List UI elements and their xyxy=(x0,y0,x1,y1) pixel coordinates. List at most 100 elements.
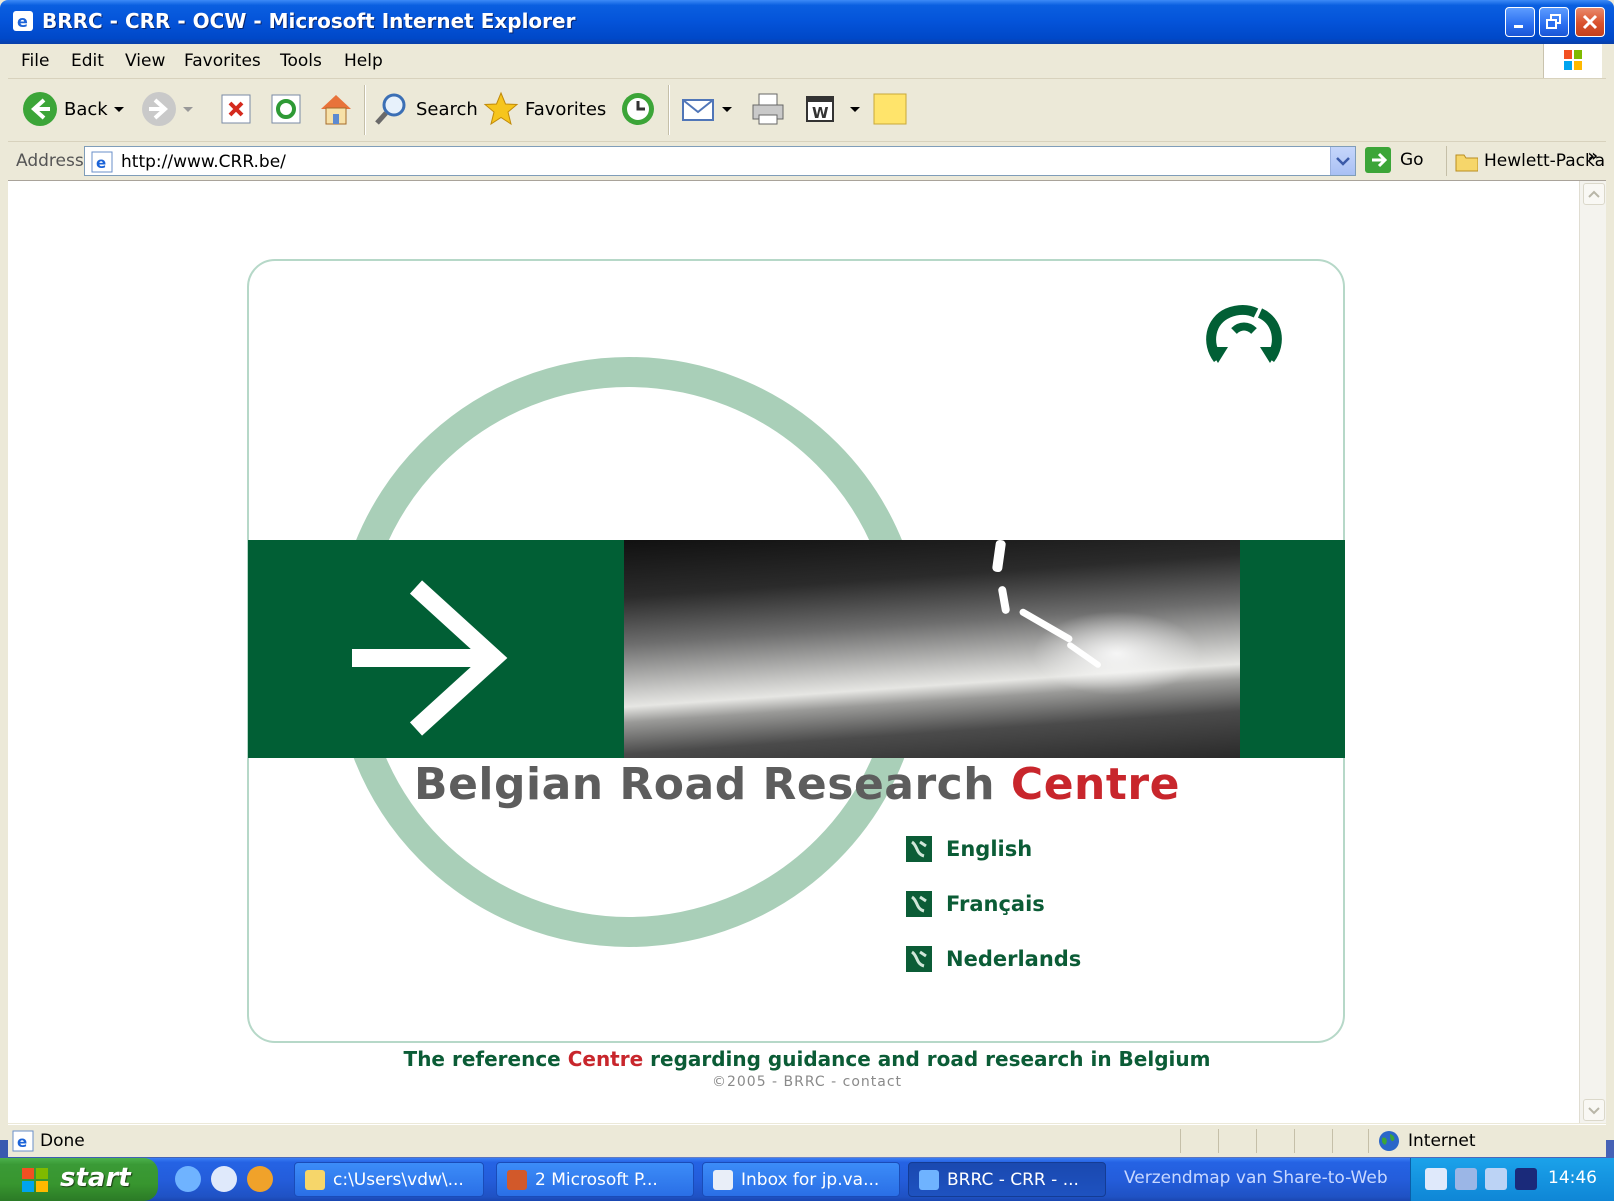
chevron-down-icon xyxy=(850,106,860,112)
language-link-francais[interactable]: Français xyxy=(906,876,1081,931)
status-bar: e Done Internet xyxy=(8,1124,1606,1157)
start-button[interactable]: start xyxy=(0,1158,158,1201)
restore-button[interactable] xyxy=(1539,7,1569,37)
task-label: Inbox for jp.va... xyxy=(741,1169,880,1190)
task-label: c:\Users\vdw\... xyxy=(333,1169,464,1190)
globe-icon xyxy=(1379,1131,1399,1151)
print-button[interactable] xyxy=(750,89,786,129)
home-button[interactable] xyxy=(318,89,354,129)
menu-tools[interactable]: Tools xyxy=(280,51,322,71)
windows-flag-icon xyxy=(1564,50,1582,70)
toolbar-separator xyxy=(668,85,670,135)
minimize-icon xyxy=(1514,25,1523,28)
history-button[interactable] xyxy=(620,89,656,129)
arrow-right-icon xyxy=(352,580,508,736)
chevron-more-icon[interactable]: » xyxy=(1588,146,1598,165)
ie-icon: e xyxy=(13,11,33,31)
scroll-up-button[interactable] xyxy=(1583,183,1605,205)
menu-file[interactable]: File xyxy=(21,51,49,71)
menu-bar: File Edit View Favorites Tools Help xyxy=(8,44,1606,79)
title-bar[interactable]: e BRRC - CRR - OCW - Microsoft Internet … xyxy=(0,0,1614,44)
address-dropdown[interactable] xyxy=(1330,147,1355,175)
task-explorer[interactable]: c:\Users\vdw\... xyxy=(294,1162,484,1197)
scroll-down-button[interactable] xyxy=(1583,1099,1605,1121)
security-zone: Internet xyxy=(1378,1130,1476,1152)
mail-button[interactable] xyxy=(680,89,732,129)
speaker-tray-icon[interactable] xyxy=(1485,1168,1507,1190)
menu-help[interactable]: Help xyxy=(344,51,383,71)
edit-button[interactable]: W xyxy=(804,89,860,129)
favorites-button[interactable]: Favorites xyxy=(483,89,606,129)
task-powerpoint[interactable]: 2 Microsoft P... xyxy=(496,1162,694,1197)
word-edit-icon: W xyxy=(806,96,834,122)
tagline-accent: Centre xyxy=(567,1047,644,1071)
tagline-pre: The reference xyxy=(403,1047,568,1071)
menu-view[interactable]: View xyxy=(125,51,165,71)
stop-button[interactable] xyxy=(220,89,252,129)
history-icon xyxy=(622,93,654,125)
go-button[interactable]: Go xyxy=(1364,146,1424,174)
address-bar: Address e http://www.CRR.be/ Go Hewlett-… xyxy=(8,142,1606,181)
zone-label: Internet xyxy=(1408,1131,1476,1151)
svg-text:W: W xyxy=(812,104,829,122)
browser-window: e BRRC - CRR - OCW - Microsoft Internet … xyxy=(0,0,1614,1157)
brrc-logo-icon xyxy=(1206,305,1282,363)
chevron-down-icon xyxy=(1588,1107,1600,1115)
page-viewport: Belgian Road Research Centre English Fra… xyxy=(8,181,1606,1123)
language-link-nederlands[interactable]: Nederlands xyxy=(906,931,1081,986)
close-button[interactable] xyxy=(1575,7,1605,37)
road-sign-icon xyxy=(906,945,932,972)
ie-page-icon: e xyxy=(12,1130,34,1152)
go-label: Go xyxy=(1400,150,1424,170)
tunnel-photo xyxy=(624,539,1240,758)
back-button[interactable]: Back xyxy=(22,89,124,129)
road-sign-icon xyxy=(906,890,932,917)
forward-arrow-icon xyxy=(142,92,176,126)
forward-button[interactable] xyxy=(141,89,193,129)
menu-favorites[interactable]: Favorites xyxy=(184,51,261,71)
language-link-english[interactable]: English xyxy=(906,821,1081,876)
back-label: Back xyxy=(64,98,108,120)
copyright-line[interactable]: ©2005 - BRRC - contact xyxy=(8,1074,1606,1090)
brand-main: Belgian Road Research xyxy=(414,759,1011,810)
status-text: Done xyxy=(40,1131,85,1151)
ie-quicklaunch-icon[interactable] xyxy=(175,1166,201,1192)
svg-text:e: e xyxy=(17,1133,27,1151)
outlook-quicklaunch-icon[interactable] xyxy=(211,1166,237,1192)
tagline-post: regarding guidance and road research in … xyxy=(643,1047,1211,1071)
vertical-scrollbar[interactable] xyxy=(1579,181,1606,1123)
media-player-quicklaunch-icon[interactable] xyxy=(247,1166,273,1192)
links-bar-item[interactable]: Hewlett-Packa xyxy=(1446,146,1605,176)
share-to-web-toolbar[interactable]: Verzendmap van Share-to-Web xyxy=(1124,1168,1388,1188)
address-input[interactable]: e http://www.CRR.be/ xyxy=(84,146,1356,176)
powerpoint-icon xyxy=(507,1169,527,1190)
monitor-tray-icon[interactable] xyxy=(1515,1168,1537,1190)
close-icon xyxy=(1582,14,1598,30)
restore-icon xyxy=(1546,14,1561,29)
task-inbox[interactable]: Inbox for jp.va... xyxy=(702,1162,900,1197)
ie-icon xyxy=(919,1169,939,1190)
language-label: Français xyxy=(946,891,1045,916)
back-arrow-icon xyxy=(23,92,57,126)
star-icon xyxy=(483,91,519,126)
road-sign-icon xyxy=(906,835,932,862)
task-browser[interactable]: BRRC - CRR - ... xyxy=(908,1162,1106,1197)
minimize-button[interactable] xyxy=(1505,7,1535,37)
mail-tray-icon[interactable] xyxy=(1425,1168,1447,1190)
folder-icon xyxy=(1455,154,1478,172)
notes-button[interactable] xyxy=(872,89,908,129)
task-label: 2 Microsoft P... xyxy=(535,1169,658,1190)
window-title: BRRC - CRR - OCW - Microsoft Internet Ex… xyxy=(42,9,576,33)
language-label: Nederlands xyxy=(946,946,1082,971)
network-tray-icon[interactable] xyxy=(1455,1168,1477,1190)
system-tray: 14:46 xyxy=(1410,1158,1614,1201)
stop-icon xyxy=(221,94,251,124)
toolbar: Back Search Favorites W xyxy=(8,79,1606,142)
tray-icons xyxy=(1425,1168,1537,1190)
clock: 14:46 xyxy=(1548,1168,1597,1188)
menu-edit[interactable]: Edit xyxy=(71,51,104,71)
search-button[interactable]: Search xyxy=(374,89,478,129)
folder-icon xyxy=(305,1169,325,1190)
brand-accent: Centre xyxy=(1010,759,1180,810)
refresh-button[interactable] xyxy=(270,89,302,129)
